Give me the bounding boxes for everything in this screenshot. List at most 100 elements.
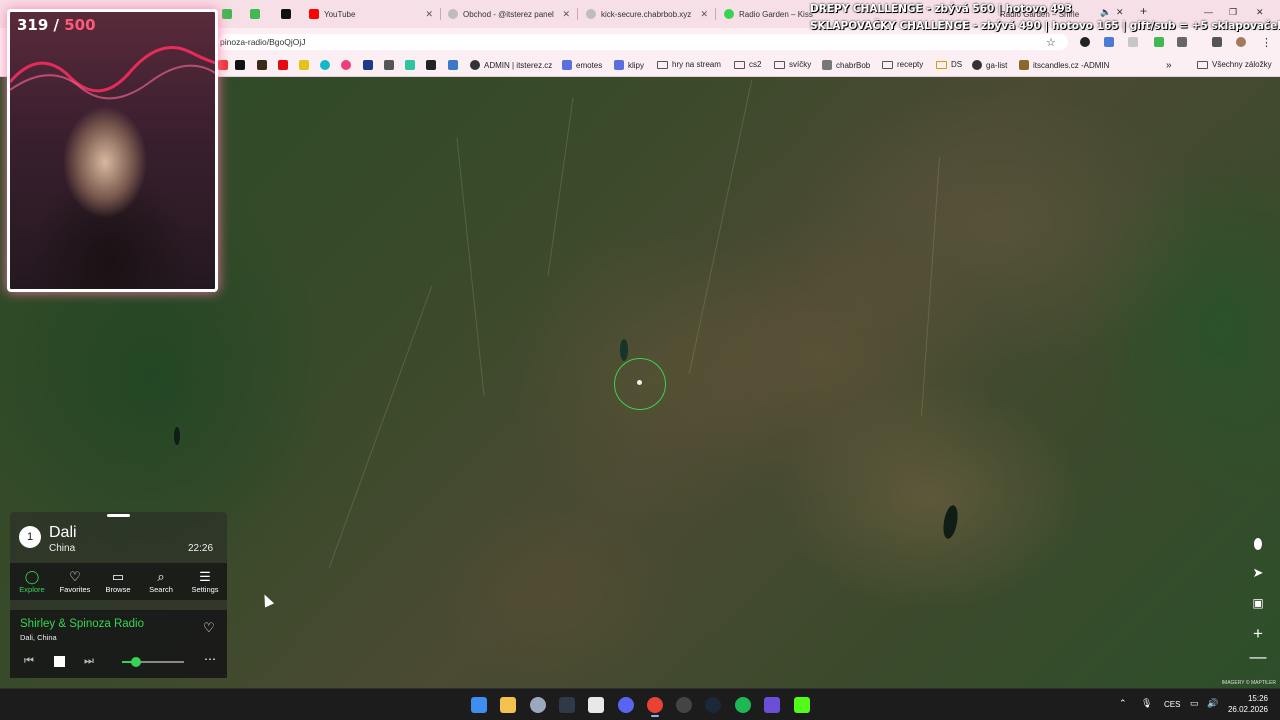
next-icon[interactable]: ⏭: [84, 655, 94, 668]
extension-icon[interactable]: [1104, 37, 1114, 47]
tab-obchod[interactable]: Obchod - @itsterez panel ✕: [448, 4, 570, 24]
download-icon[interactable]: [426, 60, 436, 70]
restore-icon[interactable]: ❐: [1229, 7, 1237, 18]
folder-icon: [936, 60, 947, 69]
lock-icon[interactable]: ▣: [1248, 593, 1268, 613]
kebab-menu-icon[interactable]: ⋮: [1261, 36, 1272, 49]
bookmark-admin-itsterez[interactable]: ADMIN | itsterez.cz: [470, 60, 552, 70]
minimize-icon[interactable]: —: [1204, 7, 1213, 17]
chrome-icon[interactable]: [647, 697, 663, 713]
bookmark-icon-only[interactable]: [257, 60, 267, 70]
bookmark-ga-list[interactable]: ga-list: [972, 60, 1007, 70]
x-icon[interactable]: [235, 60, 245, 70]
folder-icon: [882, 60, 893, 69]
sl-icon: [614, 60, 624, 70]
start-windows-icon[interactable]: [471, 697, 487, 713]
tab-radio-garden-kiss[interactable]: Radio Garden – Kiss: [724, 4, 814, 24]
bookmark-folder-ds[interactable]: DS: [936, 60, 962, 69]
bookmark-chabrbob[interactable]: chabrBob: [822, 60, 870, 70]
globe-icon: [448, 9, 458, 19]
steam-icon[interactable]: [705, 697, 721, 713]
tab-pinned-1[interactable]: [222, 4, 234, 24]
bookmark-emotes[interactable]: emotes: [562, 60, 602, 70]
close-tab-icon[interactable]: ✕: [700, 9, 708, 20]
app-icon[interactable]: [764, 697, 780, 713]
globe-icon: [972, 60, 982, 70]
station-name[interactable]: Shirley & Spinoza Radio: [20, 618, 144, 630]
panel-drag-handle[interactable]: [107, 514, 130, 517]
zoom-out-icon[interactable]: —: [1248, 647, 1268, 667]
netflix-icon[interactable]: [278, 60, 288, 70]
nav-search[interactable]: ⌕ Search: [141, 569, 181, 594]
bookmark-star-icon[interactable]: ☆: [1046, 36, 1056, 49]
app-icon[interactable]: [588, 697, 604, 713]
bookmark-folder-cs2[interactable]: cs2: [734, 60, 761, 69]
app-icon[interactable]: [559, 697, 575, 713]
extension-icon[interactable]: [1080, 37, 1090, 47]
bookmark-klipy[interactable]: klipy: [614, 60, 644, 70]
bookmark-folder-hry-na-stream[interactable]: hry na stream: [657, 60, 721, 69]
extension-icon[interactable]: [1128, 37, 1138, 47]
nav-browse[interactable]: ▭ Browse: [98, 569, 138, 594]
app-icon[interactable]: [676, 697, 692, 713]
folder-icon: [734, 60, 745, 69]
paypal-icon[interactable]: [363, 60, 373, 70]
globe-icon: [586, 9, 596, 19]
more-bookmarks-chevron-icon[interactable]: »: [1166, 60, 1172, 71]
volume-slider-knob[interactable]: [130, 657, 141, 667]
language-indicator[interactable]: CES: [1164, 700, 1180, 709]
bookmark-folder-svicky[interactable]: svíčky: [774, 60, 811, 69]
bookmark-icon-only[interactable]: [320, 60, 330, 70]
microphone-icon[interactable]: 🎙: [1141, 698, 1152, 709]
url-field[interactable]: pinoza-radio/BgoQjOjJ: [218, 34, 1068, 50]
close-tab-icon[interactable]: ✕: [425, 9, 433, 20]
bookmark-icon-only[interactable]: [341, 60, 351, 70]
new-tab-icon[interactable]: +: [1140, 4, 1147, 18]
youtube-icon: [309, 9, 319, 19]
extensions-puzzle-icon[interactable]: [1177, 37, 1187, 47]
kick-icon[interactable]: [794, 697, 810, 713]
bookmark-icon-only[interactable]: [384, 60, 394, 70]
map-style-icon[interactable]: ⬮: [1248, 535, 1268, 555]
location-name[interactable]: Dali: [49, 524, 77, 542]
file-explorer-icon[interactable]: [500, 697, 516, 713]
stop-button[interactable]: [54, 656, 65, 667]
favorite-heart-icon[interactable]: ♡: [203, 620, 215, 636]
nav-favorites[interactable]: ♡ Favorites: [55, 569, 95, 594]
extension-icon[interactable]: [1154, 37, 1164, 47]
tab-pinned-2[interactable]: [250, 4, 262, 24]
zoom-in-icon[interactable]: +: [1248, 624, 1268, 644]
bookmark-itscandles-admin[interactable]: itscandles.cz -ADMIN: [1019, 60, 1109, 70]
more-options-icon[interactable]: ⋯: [204, 652, 216, 666]
bookmark-icon-only[interactable]: [218, 60, 228, 70]
tab-pinned-kick[interactable]: [281, 4, 293, 24]
previous-icon[interactable]: ⏮: [24, 655, 34, 668]
volume-icon[interactable]: 🔊: [1207, 698, 1218, 709]
speaker-icon[interactable]: 🔈: [1100, 7, 1111, 18]
discord-icon[interactable]: [618, 697, 634, 713]
map-attribution: IMAGERY © MAPTILER: [1221, 680, 1276, 686]
reading-list-icon[interactable]: [1212, 37, 1222, 47]
close-window-icon[interactable]: ✕: [1256, 7, 1264, 18]
nav-settings[interactable]: ☰ Settings: [185, 569, 225, 594]
profile-avatar[interactable]: [1236, 37, 1246, 47]
spotify-icon[interactable]: [735, 697, 751, 713]
bookmark-all-bookmarks[interactable]: Všechny záložky: [1197, 60, 1272, 69]
taskbar-clock[interactable]: 15:26 26.02.2026: [1226, 693, 1268, 715]
tray-chevron-icon[interactable]: ⌃: [1119, 698, 1127, 709]
bookmark-folder-recepty[interactable]: recepty: [882, 60, 923, 69]
locate-icon[interactable]: ➤: [1248, 563, 1268, 583]
close-tab-icon[interactable]: ✕: [1116, 7, 1124, 18]
bookmark-icon-only[interactable]: [299, 60, 309, 70]
network-icon[interactable]: ▭: [1190, 698, 1199, 709]
bookmark-icon-only[interactable]: [448, 60, 458, 70]
tab-kick-secure[interactable]: kick-secure.chabrbob.xyz ✕: [586, 4, 708, 24]
station-dot[interactable]: [637, 380, 642, 385]
app-c-icon[interactable]: [530, 697, 546, 713]
bookmark-icon-only[interactable]: [405, 60, 415, 70]
bookmark-favicon-icon: [822, 60, 832, 70]
menu-icon: ☰: [199, 569, 211, 584]
close-tab-icon[interactable]: ✕: [562, 9, 570, 20]
nav-explore[interactable]: ◯ Explore: [12, 569, 52, 594]
tab-youtube[interactable]: YouTube ✕: [309, 4, 433, 24]
